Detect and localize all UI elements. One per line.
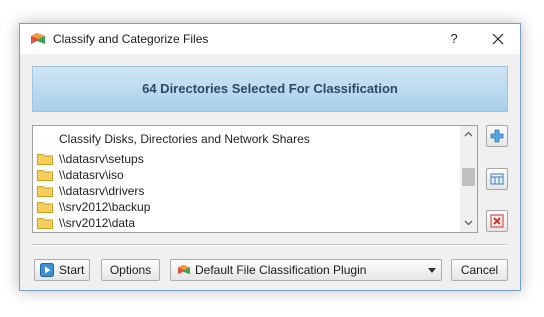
- divider: [32, 244, 508, 246]
- list-item[interactable]: \\datasrv\iso: [33, 167, 461, 183]
- folder-icon: [37, 186, 53, 197]
- start-label: Start: [59, 263, 85, 277]
- close-icon: [492, 33, 504, 45]
- scrollbar-thumb[interactable]: [462, 168, 475, 186]
- scroll-down-button[interactable]: [460, 215, 477, 232]
- add-icon: [490, 129, 504, 143]
- list-item-label: \\datasrv\iso: [59, 168, 124, 182]
- remove-directory-button[interactable]: [486, 210, 508, 232]
- list-item-label: \\datasrv\setups: [59, 152, 144, 166]
- options-button[interactable]: Options: [101, 259, 160, 281]
- dialog-window: Classify and Categorize Files ? 64 Direc…: [19, 23, 521, 291]
- edit-icon: [490, 173, 504, 185]
- vertical-scrollbar[interactable]: [460, 126, 477, 232]
- folder-icon: [37, 218, 53, 229]
- window-title: Classify and Categorize Files: [53, 32, 209, 46]
- list-header: Classify Disks, Directories and Network …: [59, 132, 310, 146]
- directory-list[interactable]: Classify Disks, Directories and Network …: [32, 125, 478, 233]
- list-item-label: \\srv2012\data: [59, 216, 136, 230]
- list-item-label: \\srv2012\backup: [59, 200, 151, 214]
- cancel-button[interactable]: Cancel: [451, 259, 508, 281]
- add-directory-button[interactable]: [486, 125, 508, 147]
- list-item-label: \\datasrv\drivers: [59, 184, 145, 198]
- list-item[interactable]: \\srv2012\backup: [33, 199, 461, 215]
- chevron-down-icon: [428, 268, 436, 273]
- selection-banner: 64 Directories Selected For Classificati…: [32, 66, 508, 112]
- folder-icon: [37, 154, 53, 165]
- scroll-up-button[interactable]: [460, 126, 477, 143]
- list-item[interactable]: \\datasrv\drivers: [33, 183, 461, 199]
- app-icon: [30, 32, 46, 46]
- start-button[interactable]: Start: [34, 259, 90, 281]
- chevron-down-icon: [464, 220, 473, 226]
- list-item[interactable]: \\datasrv\setups: [33, 151, 461, 167]
- folder-icon: [37, 202, 53, 213]
- folder-icon: [37, 170, 53, 181]
- title-bar[interactable]: Classify and Categorize Files ?: [20, 24, 520, 54]
- plugin-select-value: Default File Classification Plugin: [195, 263, 367, 277]
- plugin-select[interactable]: Default File Classification Plugin: [170, 259, 442, 281]
- remove-icon: [490, 214, 504, 228]
- close-button[interactable]: [480, 24, 516, 54]
- edit-directory-button[interactable]: [486, 168, 508, 190]
- plugin-icon: [178, 264, 190, 275]
- chevron-up-icon: [464, 131, 473, 137]
- help-button[interactable]: ?: [436, 24, 472, 54]
- play-icon: [40, 263, 54, 277]
- list-item[interactable]: \\srv2012\data: [33, 215, 461, 231]
